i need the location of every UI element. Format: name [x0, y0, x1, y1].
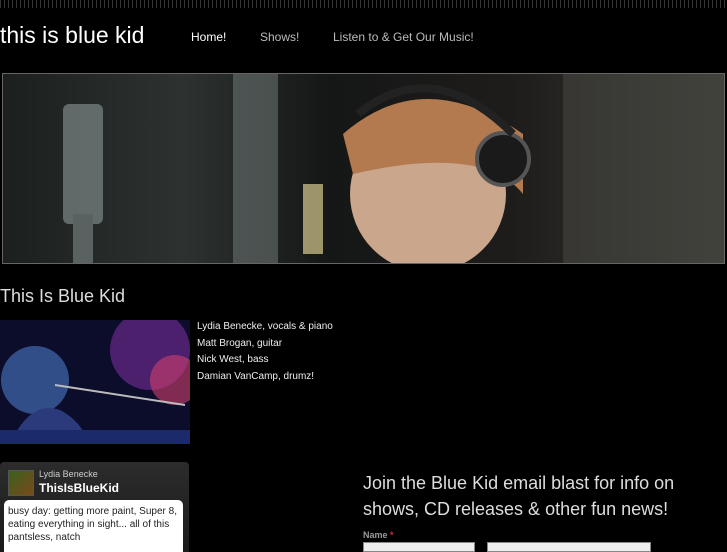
nav-music[interactable]: Listen to & Get Our Music!	[333, 30, 474, 44]
first-name-input[interactable]	[363, 542, 475, 552]
tweet-text: busy day: getting more paint, Super 8, e…	[4, 500, 183, 552]
hero-banner-image	[2, 73, 725, 264]
top-ruler-decoration	[0, 0, 727, 8]
band-photo	[0, 320, 190, 444]
page-heading: This Is Blue Kid	[0, 286, 126, 306]
twitter-widget: Lydia Benecke ThisIsBlueKid busy day: ge…	[0, 462, 189, 552]
member-item: Matt Brogan, guitar	[197, 337, 283, 349]
member-item: Damian VanCamp, drumz!	[197, 370, 315, 382]
twitter-handle-link[interactable]: ThisIsBlueKid	[39, 481, 119, 495]
last-name-input[interactable]	[487, 542, 651, 552]
member-item: Lydia Benecke, vocals & piano	[197, 321, 333, 332]
twitter-owner-name: Lydia Benecke	[39, 469, 98, 479]
member-item: Nick West, bass	[197, 354, 269, 365]
required-mark: *	[390, 530, 394, 540]
nav-home[interactable]: Home!	[191, 30, 226, 44]
email-signup-promo: Join the Blue Kid email blast for info o…	[363, 473, 675, 519]
member-list: Lydia Benecke, vocals & piano Matt Broga…	[197, 321, 333, 387]
main-nav: Home! Shows! Listen to & Get Our Music!	[0, 30, 727, 50]
name-label-text: Name	[363, 530, 388, 540]
name-field-label: Name *	[363, 530, 394, 540]
nav-shows[interactable]: Shows!	[260, 30, 299, 44]
twitter-avatar[interactable]	[8, 470, 34, 496]
